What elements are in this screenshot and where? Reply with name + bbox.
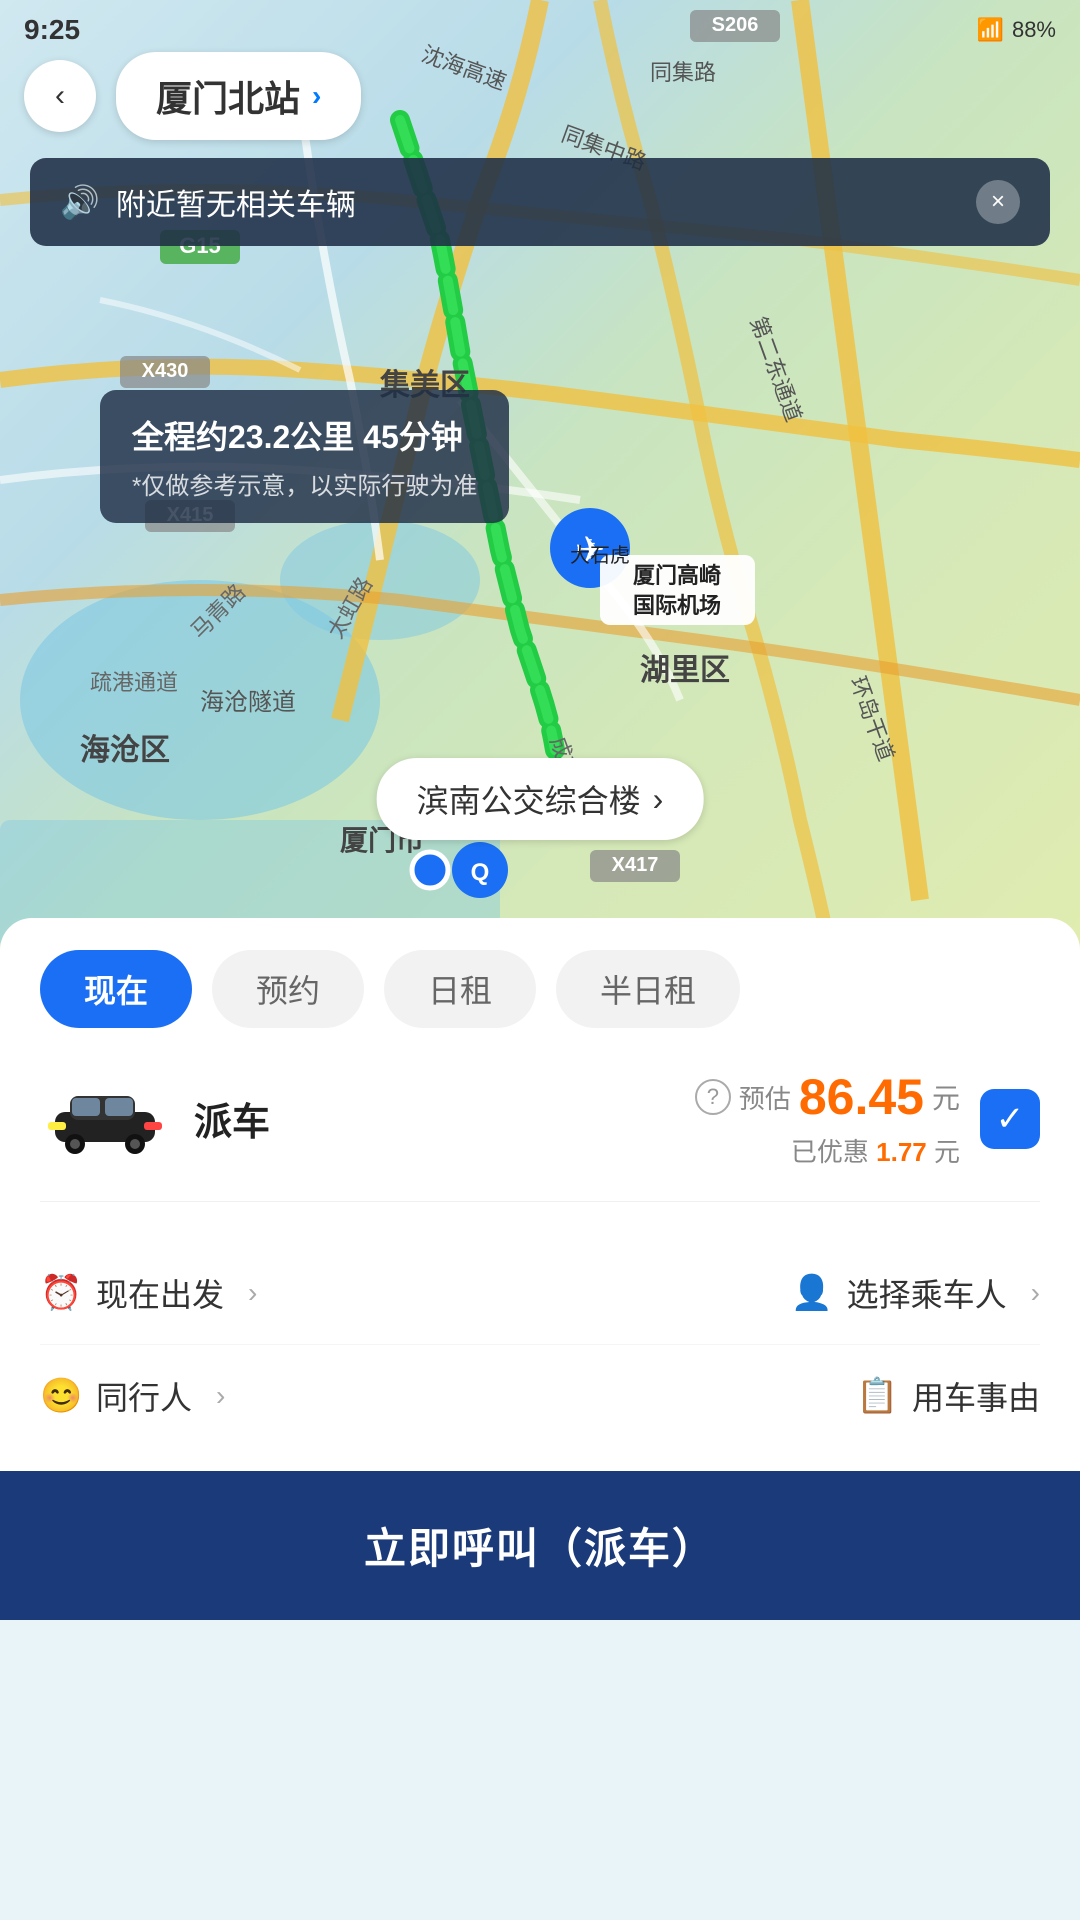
check-icon: ✓ [996,1099,1025,1139]
destination-arrow-icon: › [312,80,321,112]
alert-banner: 🔊 附近暂无相关车辆 × [30,158,1050,246]
svg-text:大石虎: 大石虎 [570,544,630,567]
car-right: ? 预估 86.45 元 已优惠 1.77 元 ✓ [695,1068,1040,1169]
header-bar: ‹ 厦门北站 › [24,52,1056,140]
car-name: 派车 [194,1091,270,1146]
svg-text:湖里区: 湖里区 [640,654,730,687]
svg-text:X417: X417 [612,854,659,876]
companions-action[interactable]: 😊 同行人 › [40,1373,540,1419]
destination-label: 厦门北站 [156,70,300,122]
svg-text:疏港通道: 疏港通道 [90,670,178,695]
car-reason-action[interactable]: 📋 用车事由 [540,1373,1040,1419]
dest-lower-arrow-icon: › [653,781,664,818]
car-left: 派车 [40,1084,270,1154]
route-info-bubble: 全程约23.2公里 45分钟 *仅做参考示意，以实际行驶为准 [100,390,509,523]
action-row-1: ⏰ 现在出发 › 👤 选择乘车人 › [40,1242,1040,1345]
action-rows: ⏰ 现在出发 › 👤 选择乘车人 › 😊 同行人 › 📋 用车事由 [40,1242,1040,1447]
car-reason-label: 用车事由 [912,1373,1040,1419]
depart-now-action[interactable]: ⏰ 现在出发 › [40,1270,540,1316]
destination-lower-pill[interactable]: 滨南公交综合楼 › [377,758,704,840]
volume-icon: 🔊 [60,183,100,221]
svg-text:Q: Q [471,859,490,886]
price-label: ? 预估 86.45 元 [695,1068,960,1126]
price-label-text: 预估 [739,1079,791,1116]
passenger-arrow-icon: › [1031,1277,1040,1309]
depart-arrow-icon: › [248,1277,257,1309]
tab-now[interactable]: 现在 [40,950,192,1028]
discount-label: 已优惠 [791,1137,869,1167]
svg-text:厦门高崎: 厦门高崎 [633,563,721,588]
back-icon: ‹ [55,79,65,113]
discount-unit: 元 [934,1137,960,1167]
companions-label: 同行人 [96,1373,192,1419]
info-icon[interactable]: ? [695,1079,731,1115]
svg-text:海沧隧道: 海沧隧道 [200,689,296,716]
status-icons: 📶 88% [977,17,1056,43]
status-time: 9:25 [24,14,80,46]
tabs-row: 现在 预约 日租 半日租 [40,950,1040,1028]
call-button[interactable]: 立即呼叫（派车） [0,1471,1080,1620]
back-button[interactable]: ‹ [24,60,96,132]
price-discount: 已优惠 1.77 元 [695,1132,960,1169]
dest-lower-label: 滨南公交综合楼 [417,776,641,822]
companions-arrow-icon: › [216,1380,225,1412]
action-row-2: 😊 同行人 › 📋 用车事由 [40,1345,1040,1447]
price-number: 86.45 [799,1068,924,1126]
map-container: G15 X430 X415 X417 S206 集美区 海沧区 湖里区 厦门市 … [0,0,1080,950]
discount-amount: 1.77 [876,1137,927,1167]
svg-text:第二东通道: 第二东通道 [745,313,806,425]
route-note: *仅做参考示意，以实际行驶为准 [132,466,477,501]
close-icon: × [991,188,1005,216]
svg-text:X430: X430 [142,360,189,382]
svg-text:国际机场: 国际机场 [633,593,721,618]
alert-text: 🔊 附近暂无相关车辆 [60,180,356,224]
tab-day-rental[interactable]: 日租 [384,950,536,1028]
doc-icon: 📋 [856,1376,896,1416]
status-bar: 9:25 📶 88% [0,0,1080,60]
car-icon [40,1084,170,1154]
tab-reservation[interactable]: 预约 [212,950,364,1028]
car-option-row: 派车 ? 预估 86.45 元 已优惠 1.77 元 ✓ [40,1068,1040,1202]
tab-half-day-rental[interactable]: 半日租 [556,950,740,1028]
destination-pill[interactable]: 厦门北站 › [116,52,361,140]
select-check-button[interactable]: ✓ [980,1089,1040,1149]
alert-message: 附近暂无相关车辆 [116,180,356,224]
signal-icon: 📶 [977,17,1004,43]
price-unit: 元 [932,1077,960,1117]
route-distance-time: 全程约23.2公里 45分钟 [132,412,477,458]
battery-icon: 88% [1012,17,1056,43]
depart-now-label: 现在出发 [96,1270,224,1316]
alert-close-button[interactable]: × [976,180,1020,224]
call-button-label: 立即呼叫（派车） [364,1525,716,1572]
svg-text:海沧区: 海沧区 [80,733,170,767]
select-passenger-action[interactable]: 👤 选择乘车人 › [540,1270,1040,1316]
price-block: ? 预估 86.45 元 已优惠 1.77 元 [695,1068,960,1169]
people-icon: 😊 [40,1376,80,1416]
select-passenger-label: 选择乘车人 [847,1270,1007,1316]
clock-icon: ⏰ [40,1273,80,1313]
bottom-panel: 现在 预约 日租 半日租 派车 ? [0,918,1080,1620]
person-icon: 👤 [791,1273,831,1313]
